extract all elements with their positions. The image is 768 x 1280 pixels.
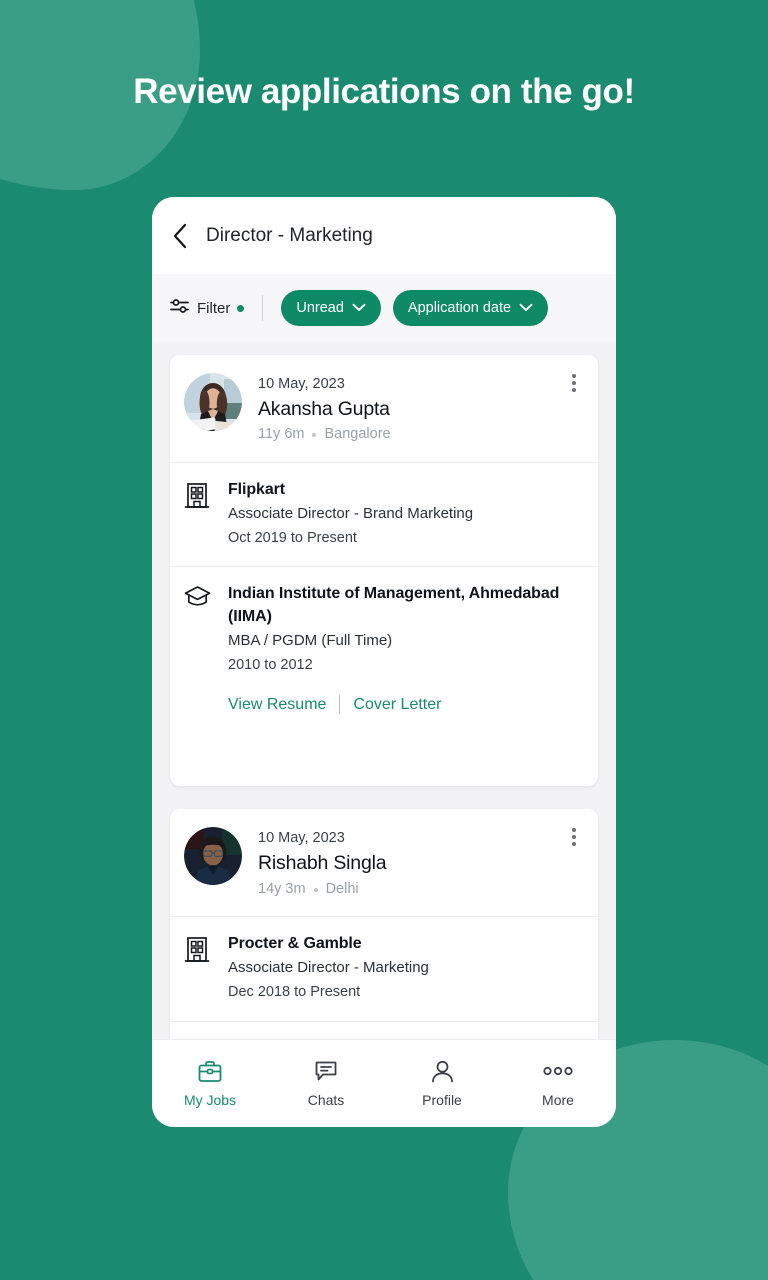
job-period: Oct 2019 to Present (228, 529, 357, 546)
chip-unread-label: Unread (296, 300, 344, 316)
link-divider (339, 695, 341, 715)
degree: MBA / PGDM (Full Time) (228, 631, 393, 649)
nav-label-my-jobs: My Jobs (183, 1092, 237, 1108)
chip-application-date-label: Application date (407, 300, 512, 316)
company-name: Flipkart (228, 481, 285, 499)
filter-active-dot (237, 304, 245, 312)
candidate-meta: 11y 6m Bangalore (258, 424, 584, 446)
graduation-cap-icon (184, 583, 214, 714)
chevron-left-icon[interactable] (172, 223, 188, 249)
candidate-location: Bangalore (324, 426, 391, 443)
application-card[interactable]: 10 May, 2023 Akansha Gupta 11y 6m Bangal… (170, 355, 598, 787)
nav-item-my-jobs[interactable]: My Jobs (152, 1059, 268, 1108)
kebab-menu-icon[interactable] (564, 372, 584, 394)
cover-letter-link[interactable]: Cover Letter (353, 696, 441, 714)
candidate-name: Rishabh Singla (258, 852, 387, 875)
promo-screenshot: Review applications on the go! Director … (0, 0, 768, 1280)
candidate-info: 10 May, 2023 Akansha Gupta 11y 6m Bangal… (258, 373, 584, 446)
bottom-navigation: My Jobs Chats Profile More (152, 1039, 616, 1127)
filter-bar: Filter Unread Application date (152, 274, 616, 342)
candidate-location: Delhi (325, 880, 359, 897)
nav-label-chats: Chats (307, 1092, 345, 1108)
filter-label: Filter (197, 299, 231, 317)
building-icon (184, 479, 214, 550)
filter-sliders-icon (170, 297, 190, 320)
education-entry: Indian Institute of Management, Ahmedaba… (170, 566, 598, 730)
experience-entry: Flipkart Associate Director - Brand Mark… (170, 463, 598, 566)
meta-separator-dot (313, 887, 318, 892)
candidate-header: 10 May, 2023 Akansha Gupta 11y 6m Bangal… (170, 355, 598, 464)
more-dots-icon (543, 1059, 573, 1083)
candidate-name: Akansha Gupta (258, 398, 390, 421)
applications-list[interactable]: 10 May, 2023 Akansha Gupta 11y 6m Bangal… (152, 342, 616, 1039)
company-name: Procter & Gamble (228, 935, 362, 953)
job-period: Dec 2018 to Present (228, 984, 361, 1001)
chip-application-date[interactable]: Application date (392, 290, 549, 326)
briefcase-icon (198, 1059, 222, 1083)
nav-label-more: More (542, 1092, 574, 1108)
candidate-info: 10 May, 2023 Rishabh Singla 14y 3m Delhi (258, 827, 584, 900)
job-role: Associate Director - Brand Marketing (228, 504, 474, 522)
candidate-meta: 14y 3m Delhi (258, 879, 584, 901)
chevron-down-icon (352, 300, 366, 316)
nav-item-more[interactable]: More (500, 1059, 616, 1108)
chat-bubble-icon (314, 1059, 338, 1083)
education-period: 2010 to 2012 (228, 656, 313, 673)
job-role: Associate Director - Marketing (228, 959, 429, 977)
card-bottom-spacer (170, 730, 598, 786)
nav-item-chats[interactable]: Chats (268, 1059, 384, 1108)
meta-separator-dot (312, 433, 317, 438)
institute-name: Indian Institute of Management, Ahmedaba… (228, 585, 560, 626)
candidate-header: 10 May, 2023 Rishabh Singla 14y 3m Delhi (170, 809, 598, 918)
chevron-down-icon (519, 300, 533, 316)
application-date: 10 May, 2023 (258, 376, 345, 392)
avatar (184, 827, 242, 886)
filter-button[interactable]: Filter (170, 297, 245, 320)
screen-title: Director - Marketing (206, 224, 373, 246)
app-header: Director - Marketing (152, 197, 616, 274)
page-title: Review applications on the go! (133, 72, 635, 111)
filter-divider (262, 295, 264, 321)
person-icon (431, 1059, 454, 1083)
phone-mockup: Director - Marketing Filter Unread Appli… (152, 197, 616, 1127)
experience-entry: Procter & Gamble Associate Director - Ma… (170, 917, 598, 1020)
candidate-experience: 14y 3m (258, 880, 306, 897)
application-date: 10 May, 2023 (258, 830, 345, 847)
building-icon (184, 933, 214, 1004)
candidate-experience: 11y 6m (258, 426, 305, 443)
kebab-menu-icon[interactable] (564, 826, 584, 848)
application-card[interactable]: 10 May, 2023 Rishabh Singla 14y 3m Delhi (170, 809, 598, 1039)
avatar (184, 373, 242, 431)
view-resume-link[interactable]: View Resume (228, 696, 326, 714)
education-entry-clipped (170, 1020, 598, 1039)
nav-label-profile: Profile (422, 1092, 462, 1108)
nav-item-profile[interactable]: Profile (384, 1059, 500, 1108)
document-links: View Resume Cover Letter (228, 695, 584, 715)
chip-unread[interactable]: Unread (281, 290, 381, 326)
